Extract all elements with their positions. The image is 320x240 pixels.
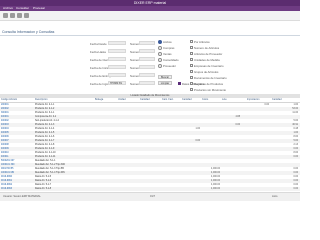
radio-label: Compras <box>163 46 175 50</box>
row-cell: 0.00 <box>293 188 298 190</box>
numero-input[interactable] <box>139 81 155 85</box>
option-checkbox[interactable] <box>190 82 193 85</box>
column-header[interactable]: Codigo Articulo <box>1 98 31 102</box>
buscar-button[interactable]: Buscar <box>158 75 172 79</box>
option-checkbox[interactable] <box>190 46 193 49</box>
print-icon[interactable] <box>24 13 29 18</box>
field-label: Fecha Desde <box>90 42 107 46</box>
fecha-cierre-input[interactable] <box>108 57 126 61</box>
radio-label: Proveedor <box>163 64 176 68</box>
open-icon[interactable] <box>10 13 15 18</box>
fecha-hasta-input[interactable] <box>108 49 126 53</box>
option-label: Grupos de Articulos <box>194 70 219 74</box>
option-label: Numero de Articulos <box>194 46 220 50</box>
radio-proveedor[interactable] <box>158 64 162 68</box>
option-label: Articulos de Proveedor <box>194 52 223 56</box>
radio-label: Consolidado <box>163 58 179 62</box>
column-header[interactable]: Cant. Fact. <box>162 98 182 102</box>
column-header[interactable]: Descripcion <box>35 98 75 102</box>
radio-label: Ambos <box>163 40 172 44</box>
status-right: Listo <box>272 195 278 198</box>
fecha-desde-input[interactable] <box>108 41 126 45</box>
status-page: 01/7 <box>150 195 156 198</box>
option-checkbox[interactable] <box>190 52 193 55</box>
fecha-inicio-input[interactable] <box>108 65 126 69</box>
field-label: Fecha Hasta <box>90 50 106 54</box>
column-header[interactable]: Cantidad <box>140 98 160 102</box>
option-checkbox[interactable] <box>190 76 193 79</box>
column-header[interactable]: Unidad <box>118 98 138 102</box>
option-checkbox[interactable] <box>190 70 193 73</box>
save-icon[interactable] <box>17 13 22 18</box>
fecha-ingreso-input[interactable]: HH:MM:SS <box>108 81 126 85</box>
option-checkbox[interactable] <box>190 40 193 43</box>
column-header[interactable]: Bodega <box>95 98 115 102</box>
status-left: Usuario: Sesion ERP MATERIAL <box>3 195 41 198</box>
fecha-entrega-input[interactable] <box>108 73 126 77</box>
radio-consolidado[interactable] <box>158 58 162 62</box>
numero-input[interactable] <box>139 41 155 45</box>
table-row[interactable]: 0019-9993 Datos Art. 5-1-8 4,000.00 0.00 <box>0 187 300 191</box>
row-cell: Datos Art. 5-1-8 <box>35 188 52 190</box>
row-code-cell: 0019-9993 <box>1 188 12 190</box>
option-label: Por Articulos <box>194 40 210 44</box>
toolbar <box>0 11 300 21</box>
option-checkbox[interactable] <box>190 88 193 91</box>
section-divider <box>0 35 300 36</box>
radio-label: Ventas <box>163 52 172 56</box>
limpiar-button[interactable]: Limpiar <box>158 81 172 85</box>
radio-compras[interactable] <box>158 46 162 50</box>
row-cell: 4,000.00 <box>211 188 220 190</box>
column-header[interactable]: Cantidad <box>272 98 298 102</box>
column-header[interactable]: Lote <box>222 98 240 102</box>
column-header[interactable]: Importacion <box>247 98 269 102</box>
option-label: Unidades de Medida <box>194 58 220 62</box>
column-header[interactable]: Costo <box>202 98 220 102</box>
radio-ambos[interactable] <box>158 40 162 44</box>
numero-input[interactable] <box>139 57 155 61</box>
datos-adicionales-checkbox[interactable] <box>178 82 181 85</box>
numero-input[interactable] <box>139 65 155 69</box>
status-bar: Usuario: Sesion ERP MATERIAL 01/7 Listo <box>0 192 300 201</box>
column-header[interactable]: Cantidad <box>182 98 200 102</box>
section-title: Consulta Informacion y Consultas <box>2 30 55 34</box>
option-label: Productos sin Movimiento <box>194 88 227 92</box>
field-label: Fecha de Inicio <box>90 66 109 70</box>
numero-input[interactable] <box>139 73 155 77</box>
option-checkbox[interactable] <box>190 64 193 67</box>
option-label: Registros de Productos <box>194 82 224 86</box>
new-icon[interactable] <box>3 13 8 18</box>
numero-input[interactable] <box>139 49 155 53</box>
option-checkbox[interactable] <box>190 58 193 61</box>
option-label: Empresas de Inventario <box>194 64 224 68</box>
option-label: Documentos de Inventario <box>194 76 227 80</box>
radio-ventas[interactable] <box>158 52 162 56</box>
